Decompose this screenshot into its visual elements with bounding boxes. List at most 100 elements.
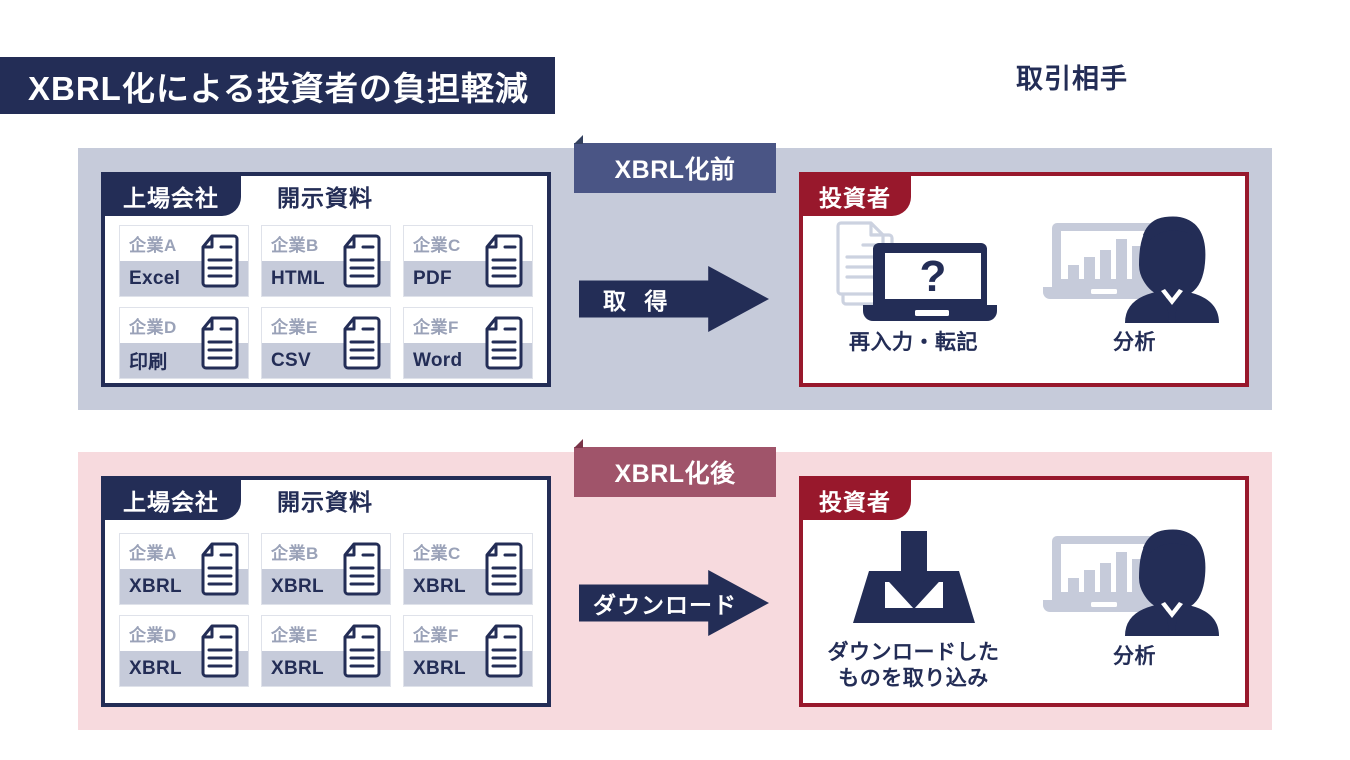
document-icon — [200, 542, 240, 601]
document-icon — [200, 624, 240, 683]
disclosure-tile[interactable]: 企業A XBRL — [119, 533, 249, 605]
investor-caption: 分析 — [1113, 330, 1156, 356]
disclosure-tile[interactable]: 企業D 印刷 — [119, 307, 249, 379]
investor-tab-label: 投資者 — [819, 489, 891, 515]
disclosure-tile-grid-before: 企業A Excel 企業B HTML 企業C PDF 企業D 印刷 企業E CS… — [119, 225, 533, 379]
disclosure-tile[interactable]: 企業E XBRL — [261, 615, 391, 687]
investor-step-download: ダウンロードした ものを取り込み — [803, 522, 1024, 703]
disclosure-tile[interactable]: 企業D XBRL — [119, 615, 249, 687]
document-icon — [200, 316, 240, 375]
caption-line: 分析 — [1113, 331, 1156, 354]
page-title-banner: XBRL化による投資者の負担軽減 — [0, 57, 555, 114]
disclosure-tile[interactable]: 企業E CSV — [261, 307, 391, 379]
tile-company-label: 企業A — [129, 544, 177, 563]
badge-fold-corner-icon — [574, 439, 583, 448]
tile-company-label: 企業C — [413, 236, 461, 255]
svg-text:?: ? — [919, 252, 946, 301]
document-icon — [342, 234, 382, 293]
document-icon — [484, 316, 524, 375]
investor-body-before: ? 再入力・転記 分析 — [803, 216, 1245, 383]
disclosure-tile[interactable]: 企業F Word — [403, 307, 533, 379]
arrow-label: 取 得 — [603, 288, 674, 314]
issuer-heading-before: 開示資料 — [277, 185, 373, 211]
issuer-tab-label: 上場会社 — [123, 185, 219, 211]
caption-line: ものを取り込み — [838, 666, 989, 690]
tile-format-label: Word — [413, 349, 463, 371]
caption-line: 分析 — [1113, 645, 1156, 668]
tile-company-label: 企業D — [129, 318, 177, 337]
document-icon — [484, 234, 524, 293]
tile-company-label: 企業F — [413, 318, 459, 337]
tile-format-label: XBRL — [413, 575, 466, 597]
tile-company-label: 企業F — [413, 626, 459, 645]
investor-caption: ダウンロードした ものを取り込み — [828, 640, 1000, 691]
arrow-shape-icon: ダウンロード — [579, 570, 769, 636]
investor-step-analysis: 分析 — [1024, 216, 1245, 383]
tile-company-label: 企業E — [271, 318, 318, 337]
document-icon — [342, 624, 382, 683]
investor-step-analysis: 分析 — [1024, 522, 1245, 703]
trading-partner-label: 取引相手 — [1016, 64, 1128, 94]
issuer-tab-after: 上場会社 — [105, 480, 241, 520]
flow-arrow-before: 取 得 — [579, 266, 769, 332]
tile-company-label: 企業B — [271, 236, 319, 255]
investor-tab-label: 投資者 — [819, 185, 891, 211]
download-tray-icon — [839, 523, 989, 640]
tile-format-label: XBRL — [271, 575, 324, 597]
issuer-heading-after: 開示資料 — [277, 489, 373, 515]
issuer-tab-before: 上場会社 — [105, 176, 241, 216]
issuer-card-before: 上場会社 開示資料 企業A Excel 企業B HTML 企業C PDF 企業D — [101, 172, 551, 387]
tile-format-label: XBRL — [129, 657, 182, 679]
tile-company-label: 企業E — [271, 626, 318, 645]
tile-format-label: PDF — [413, 267, 452, 289]
tile-format-label: CSV — [271, 349, 311, 371]
flow-arrow-after: ダウンロード — [579, 570, 769, 636]
tile-format-label: XBRL — [413, 657, 466, 679]
investor-tab-after: 投資者 — [803, 480, 911, 520]
caption-line: 再入力・転記 — [849, 331, 978, 354]
disclosure-tile[interactable]: 企業F XBRL — [403, 615, 533, 687]
disclosure-tile[interactable]: 企業A Excel — [119, 225, 249, 297]
document-icon — [484, 624, 524, 683]
phase-badge-after: XBRL化後 — [574, 439, 776, 497]
download-tray-graphic — [839, 522, 989, 640]
arrow-label: ダウンロード — [593, 592, 737, 618]
investor-caption: 再入力・転記 — [849, 330, 978, 356]
investor-caption: 分析 — [1113, 644, 1156, 670]
tile-company-label: 企業A — [129, 236, 177, 255]
investor-card-before: 投資者 ? 再入力・転記 分析 — [799, 172, 1249, 387]
tile-format-label: XBRL — [129, 575, 182, 597]
disclosure-tile[interactable]: 企業C XBRL — [403, 533, 533, 605]
disclosure-tile[interactable]: 企業B XBRL — [261, 533, 391, 605]
page-title: XBRL化による投資者の負担軽減 — [28, 69, 529, 107]
phase-badge-label: XBRL化前 — [614, 156, 736, 184]
document-icon — [342, 316, 382, 375]
analyst-person-icon — [1035, 205, 1235, 330]
disclosure-tile[interactable]: 企業C PDF — [403, 225, 533, 297]
disclosure-tile[interactable]: 企業B HTML — [261, 225, 391, 297]
arrow-shape-icon: 取 得 — [579, 266, 769, 332]
badge-fold-corner-icon — [574, 135, 583, 144]
document-icon — [484, 542, 524, 601]
analyst-person-graphic — [1035, 522, 1235, 644]
analyst-person-graphic — [1035, 216, 1235, 330]
analyst-person-icon — [1035, 517, 1235, 644]
tile-format-label: Excel — [129, 267, 181, 289]
disclosure-tile-grid-after: 企業A XBRL 企業B XBRL 企業C XBRL 企業D XBRL 企業E … — [119, 533, 533, 687]
tile-company-label: 企業D — [129, 626, 177, 645]
tile-format-label: XBRL — [271, 657, 324, 679]
caption-line: ダウンロードした — [827, 641, 1000, 664]
investor-body-after: ダウンロードした ものを取り込み 分析 — [803, 522, 1245, 703]
phase-badge-label: XBRL化後 — [614, 460, 736, 488]
tile-format-label: 印刷 — [129, 352, 168, 373]
investor-step-reentry: ? 再入力・転記 — [803, 218, 1024, 383]
investor-tab-before: 投資者 — [803, 176, 911, 216]
tile-company-label: 企業C — [413, 544, 461, 563]
phase-badge-before: XBRL化前 — [574, 135, 776, 193]
investor-card-after: 投資者 ダウンロードした ものを取り込み 分析 — [799, 476, 1249, 707]
issuer-tab-label: 上場会社 — [123, 489, 219, 515]
tile-company-label: 企業B — [271, 544, 319, 563]
document-icon — [200, 234, 240, 293]
laptop-question-graphic: ? — [819, 218, 1009, 330]
document-icon — [342, 542, 382, 601]
